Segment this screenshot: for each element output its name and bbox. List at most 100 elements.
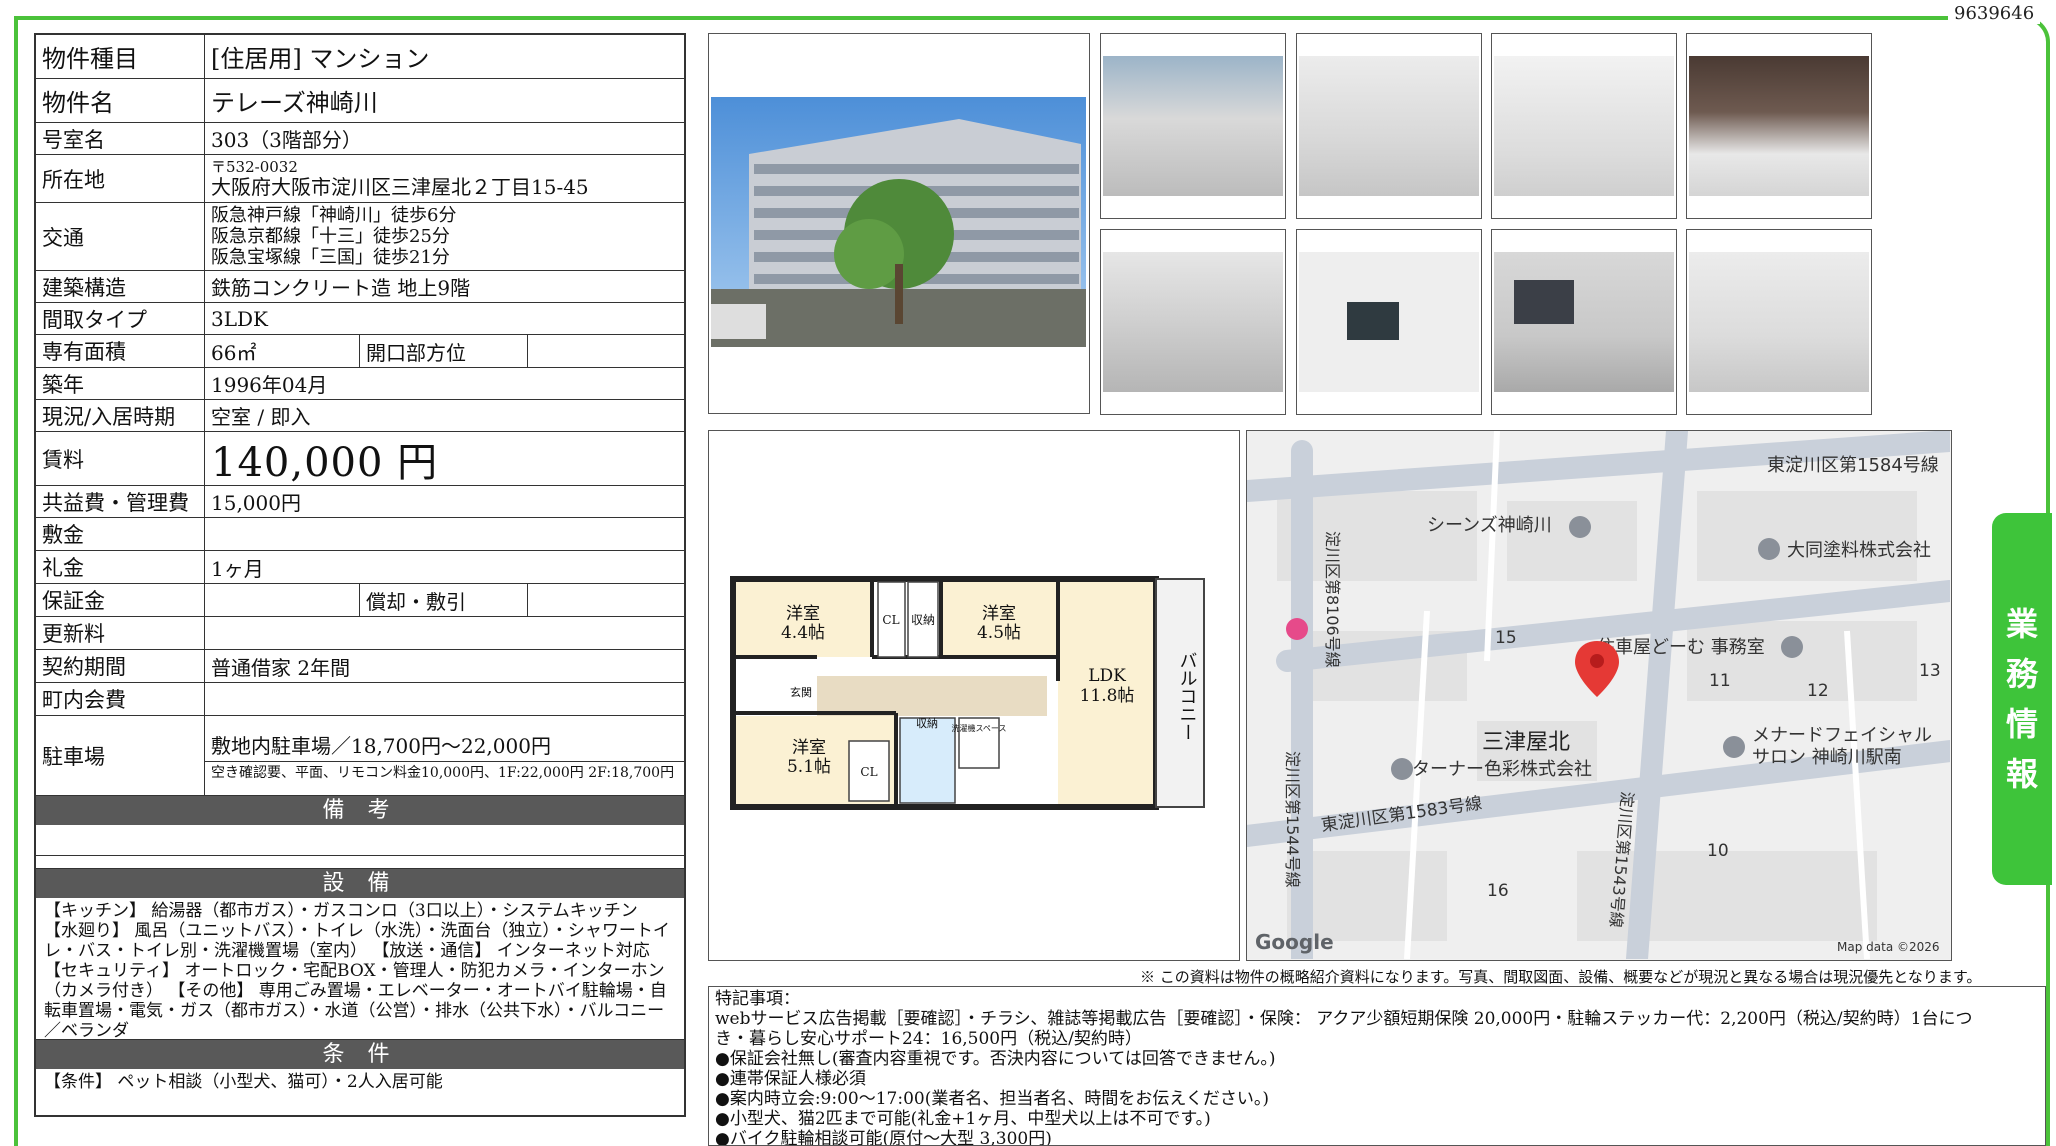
thumb-image xyxy=(1103,252,1283,392)
thumb-image xyxy=(1299,56,1479,196)
building-photo-illustration xyxy=(711,97,1086,347)
fp-room-size: 11.8帖 xyxy=(1080,686,1135,706)
contract-value: 普通借家 2年間 xyxy=(211,655,351,680)
map-poi: メナードフェイシャル xyxy=(1752,725,1932,746)
business-info-tab[interactable]: 業 務 情 報 xyxy=(1992,513,2052,885)
room-value: 303（3階部分） xyxy=(211,128,362,152)
deposit-label: 敷金 xyxy=(36,518,205,550)
photo-thumb-washroom[interactable] xyxy=(1491,33,1677,219)
fp-room-size: 5.1帖 xyxy=(787,757,831,777)
layout-value: 3LDK xyxy=(211,306,268,331)
fp-storage-label: 収納 xyxy=(916,717,938,730)
row-traffic: 交通 阪急神戸線「神崎川」徒歩6分 阪急京都線「十三」徒歩25分 阪急宝塚線「三… xyxy=(36,203,684,271)
parking-label: 駐車場 xyxy=(36,716,205,795)
fee-value: 15,000円 xyxy=(211,491,301,515)
map-poi: 大同塗料株式会社 xyxy=(1787,539,1931,561)
contract-label: 契約期間 xyxy=(36,650,205,682)
photo-thumb-intercom[interactable] xyxy=(1296,229,1482,415)
pink-poi-icon xyxy=(1286,618,1308,640)
location-map[interactable]: 東淀川区第1584号線 淀川区第8106号線 東淀川区第1583号線 淀川区第1… xyxy=(1246,430,1952,961)
row-community: 町内会費 xyxy=(36,683,684,716)
window-shade xyxy=(1514,280,1574,324)
fp-room-name: 洋室 xyxy=(792,738,826,758)
guarantee-sub: 償却・敷引 xyxy=(205,584,684,616)
fp-room-name: 洋室 xyxy=(786,604,820,624)
thumb-image xyxy=(1299,252,1479,392)
photo-thumb-bathroom[interactable] xyxy=(1686,33,1872,219)
remarks-line: ●連帯保証人様必須 xyxy=(715,1069,866,1089)
document-id: 9639646 xyxy=(1948,3,2041,24)
notes-header: 備 考 xyxy=(36,796,684,825)
thumb-image xyxy=(1689,252,1869,392)
side-tab-char: 務 xyxy=(2005,655,2038,693)
built-value: 1996年04月 xyxy=(211,373,328,397)
name-value: テレーズ神崎川 xyxy=(211,89,378,117)
photo-thumb-ldk[interactable] xyxy=(1686,229,1872,415)
map-area-name: 三津屋北 xyxy=(1482,730,1570,755)
fp-room-name: 洋室 xyxy=(982,604,1016,624)
row-room: 号室名 303（3階部分） xyxy=(36,123,684,155)
row-key-money: 礼金 1ヶ月 xyxy=(36,551,684,584)
map-block: 16 xyxy=(1487,881,1509,901)
poi-marker-icon xyxy=(1781,636,1803,658)
map-poi: シーンズ神崎川 xyxy=(1427,515,1552,536)
guarantee-label: 保証金 xyxy=(36,584,205,616)
area-sub: 66㎡ 開口部方位 xyxy=(205,335,684,367)
row-area: 専有面積 66㎡ 開口部方位 xyxy=(36,335,684,368)
key-money-label: 礼金 xyxy=(36,551,205,583)
floor-plan[interactable]: 洋室 4.4帖 洋室 4.5帖 LDK 11.8帖 洋室 5.1帖 CL 収納 … xyxy=(708,430,1240,961)
remarks-line: webサービス広告掲載［要確認］・チラシ、雑誌等掲載広告［要確認］・保険： アク… xyxy=(715,1009,1973,1029)
fp-room-size: 4.4帖 xyxy=(781,623,825,643)
map-poi: サロン 神崎川駅南 xyxy=(1752,747,1902,768)
thumb-image xyxy=(1103,56,1283,196)
row-status: 現況/入居時期 空室 / 即入 xyxy=(36,400,684,432)
address-cell: 〒532-0032 大阪府大阪市淀川区三津屋北２丁目15-45 xyxy=(205,155,684,202)
address-value: 大阪府大阪市淀川区三津屋北２丁目15-45 xyxy=(211,175,589,199)
notes-value xyxy=(36,825,684,856)
frame-top-line xyxy=(14,16,1904,20)
row-deposit: 敷金 xyxy=(36,518,684,551)
remarks-line: ●案内時立会:9:00～17:00(業者名、担当者名、時間をお伝えください。) xyxy=(715,1089,1269,1109)
key-money-value: 1ヶ月 xyxy=(211,556,264,581)
remarks-line: ●保証会社無し(審査内容重視です。否決内容については回答できません。) xyxy=(715,1049,1276,1069)
row-fee: 共益費・管理費 15,000円 xyxy=(36,486,684,518)
main-photo[interactable] xyxy=(708,33,1090,414)
side-tab-char: 業 xyxy=(2005,605,2038,643)
built-label: 築年 xyxy=(36,368,205,399)
remarks-line: き・暮らし安心サポート24：16,500円（税込/契約時） xyxy=(715,1029,1142,1049)
postal-code: 〒532-0032 xyxy=(211,158,298,176)
row-rent: 賃料 140,000 円 xyxy=(36,432,684,486)
map-poi: 住車屋どーむ 事務室 xyxy=(1597,637,1765,658)
equipment-header: 設 備 xyxy=(36,869,684,898)
layout-label: 間取タイプ xyxy=(36,303,205,334)
photo-thumb-balcony[interactable] xyxy=(1100,33,1286,219)
fp-washer-label: 洗濯機スペース xyxy=(951,723,1006,733)
community-value xyxy=(205,683,684,715)
row-built: 築年 1996年04月 xyxy=(36,368,684,400)
parking-note: 空き確認要、平面、リモコン料金10,000円、1F:22,000円 2F:18,… xyxy=(211,764,675,781)
photo-thumb-kitchen[interactable] xyxy=(1100,229,1286,415)
row-renewal: 更新料 xyxy=(36,617,684,650)
direction-value xyxy=(527,335,684,367)
intercom-screen xyxy=(1347,302,1399,340)
fp-balcony-label: バルコニー xyxy=(1177,651,1198,741)
renewal-label: 更新料 xyxy=(36,617,205,649)
side-tab-char: 報 xyxy=(2005,755,2038,793)
deposit-value xyxy=(205,518,684,550)
row-name: 物件名 テレーズ神崎川 xyxy=(36,79,684,123)
room-label: 号室名 xyxy=(36,123,205,154)
row-contract: 契約期間 普通借家 2年間 xyxy=(36,650,684,683)
address-label: 所在地 xyxy=(36,155,205,202)
photo-thumb-room[interactable] xyxy=(1296,33,1482,219)
rent-label: 賃料 xyxy=(36,432,205,485)
fee-label: 共益費・管理費 xyxy=(36,486,205,517)
map-block: 10 xyxy=(1707,841,1729,861)
remarks-line: ●バイク駐輪相談可能(原付～大型 3,300円) xyxy=(715,1129,1052,1146)
type-label: 物件種目 xyxy=(36,35,205,78)
structure-value: 鉄筋コンクリート造 地上9階 xyxy=(211,276,471,300)
photo-thumb-living[interactable] xyxy=(1491,229,1677,415)
parking-value: 敷地内駐車場／18,700円～22,000円 xyxy=(205,728,684,762)
row-guarantee: 保証金 償却・敷引 xyxy=(36,584,684,617)
fp-room-size: 4.5帖 xyxy=(977,623,1021,643)
traffic-cell: 阪急神戸線「神崎川」徒歩6分 阪急京都線「十三」徒歩25分 阪急宝塚線「三国」徒… xyxy=(205,203,684,270)
